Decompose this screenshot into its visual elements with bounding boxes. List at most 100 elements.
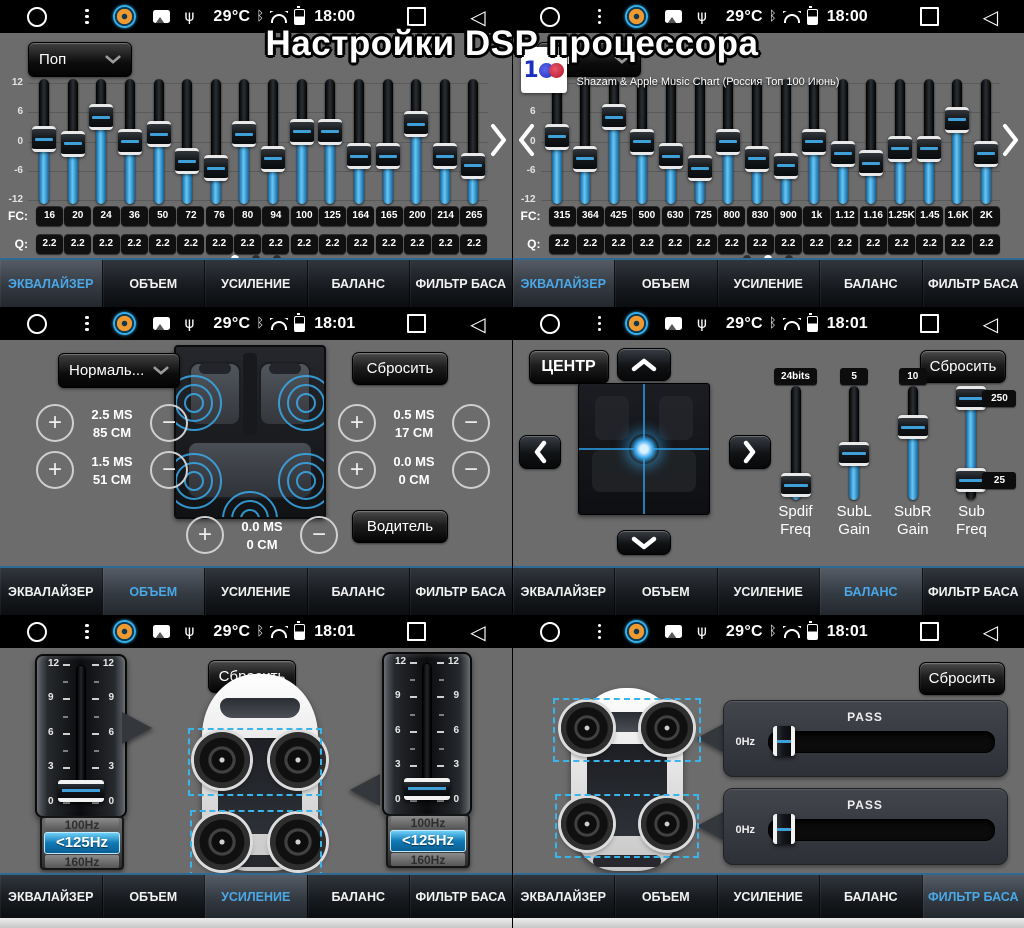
eq-next-page-icon[interactable]: [1001, 121, 1021, 159]
eq-band-slider[interactable]: [204, 83, 228, 200]
tab-equalizer[interactable]: ЭКВАЛАЙЗЕР: [0, 875, 102, 918]
tab-equalizer[interactable]: ЭКВАЛАЙЗЕР: [0, 568, 102, 615]
slider-thumb[interactable]: [888, 136, 912, 162]
eq-band-slider[interactable]: [888, 83, 912, 200]
freq-badge[interactable]: 36: [121, 206, 148, 226]
nav-recents-icon[interactable]: [920, 7, 939, 26]
freq-badge[interactable]: 2.2: [64, 234, 91, 254]
menu-dots-icon[interactable]: [598, 9, 602, 25]
eq-band-slider[interactable]: [859, 83, 883, 200]
nav-back-icon[interactable]: ◁: [470, 314, 485, 334]
nav-back-icon[interactable]: ◁: [983, 314, 998, 334]
tab-gain[interactable]: УСИЛЕНИЕ: [717, 568, 820, 615]
balance-up-button[interactable]: [617, 348, 671, 381]
tab-equalizer[interactable]: ЭКВАЛАЙЗЕР: [513, 568, 615, 615]
page-dot[interactable]: [273, 255, 281, 258]
freq-badge[interactable]: 16: [36, 206, 63, 226]
slider-thumb[interactable]: [232, 121, 256, 147]
nav-back-icon[interactable]: ◁: [983, 622, 998, 642]
eq-band-slider[interactable]: [461, 83, 485, 200]
front-speakers-selection[interactable]: [188, 728, 322, 796]
freq-badge[interactable]: 2.2: [916, 234, 943, 254]
slider-thumb[interactable]: [433, 143, 457, 169]
slider-thumb[interactable]: [716, 129, 740, 155]
app-logo-icon[interactable]: [113, 620, 136, 643]
tab-balance[interactable]: БАЛАНС: [307, 260, 410, 307]
front-gain-fader[interactable]: 12 12 9 9 6 6 3 3 0 0: [35, 654, 127, 818]
freq-badge[interactable]: 2.2: [775, 234, 802, 254]
eq-band-slider[interactable]: [630, 83, 654, 200]
eq-band-slider[interactable]: [347, 83, 371, 200]
filter-slider[interactable]: [768, 819, 995, 841]
slider-thumb[interactable]: [781, 473, 811, 497]
freq-badge[interactable]: 2.2: [234, 234, 261, 254]
tab-gain[interactable]: УСИЛЕНИЕ: [204, 568, 307, 615]
freq-badge[interactable]: 1.25K: [888, 206, 915, 226]
eq-band-slider[interactable]: [831, 83, 855, 200]
slider-thumb[interactable]: [204, 155, 228, 181]
app-logo-icon[interactable]: [625, 5, 648, 28]
slider-thumb[interactable]: [898, 415, 928, 439]
freq-badge[interactable]: 164: [347, 206, 374, 226]
balance-down-button[interactable]: [617, 530, 671, 555]
menu-dots-icon[interactable]: [85, 624, 89, 640]
eq-band-slider[interactable]: [61, 83, 85, 200]
page-dot[interactable]: [743, 255, 751, 258]
slider-thumb[interactable]: [175, 148, 199, 174]
tab-balance[interactable]: БАЛАНС: [819, 875, 922, 918]
slider-thumb[interactable]: [688, 155, 712, 181]
freq-badge[interactable]: 630: [662, 206, 689, 226]
freq-badge[interactable]: 2.2: [860, 234, 887, 254]
eq-band-slider[interactable]: [32, 83, 56, 200]
eq-band-slider[interactable]: [573, 83, 597, 200]
tab-volume[interactable]: ОБЪЕМ: [614, 875, 717, 918]
freq-badge[interactable]: 2.2: [888, 234, 915, 254]
freq-badge[interactable]: 80: [234, 206, 261, 226]
tab-balance[interactable]: БАЛАНС: [307, 875, 410, 918]
freq-badge[interactable]: 2.2: [945, 234, 972, 254]
vertical-slider[interactable]: [781, 390, 811, 496]
slider-thumb[interactable]: [774, 153, 798, 179]
menu-dots-icon[interactable]: [598, 624, 602, 640]
eq-band-slider[interactable]: [545, 83, 569, 200]
freq-badge[interactable]: 2.2: [149, 234, 176, 254]
freq-badge[interactable]: 1k: [803, 206, 830, 226]
freq-option[interactable]: 160Hz: [45, 855, 119, 868]
freq-option-selected[interactable]: <125Hz: [390, 830, 466, 851]
slider-thumb[interactable]: [376, 143, 400, 169]
freq-badge[interactable]: 2.2: [747, 234, 774, 254]
tab-bass-filter[interactable]: ФИЛЬТР БАСА: [409, 875, 512, 918]
slider-thumb[interactable]: [573, 146, 597, 172]
freq-badge[interactable]: 1.45: [916, 206, 943, 226]
slider-thumb[interactable]: [974, 141, 998, 167]
nav-back-icon[interactable]: ◁: [470, 622, 485, 642]
tab-bass-filter[interactable]: ФИЛЬТР БАСА: [922, 875, 1024, 918]
nav-home-icon[interactable]: [27, 622, 47, 642]
delay-reset-button[interactable]: Сбросить: [352, 352, 448, 385]
tab-bass-filter[interactable]: ФИЛЬТР БАСА: [409, 260, 512, 307]
slider-thumb[interactable]: [917, 136, 941, 162]
menu-dots-icon[interactable]: [85, 9, 89, 25]
freq-badge[interactable]: 725: [690, 206, 717, 226]
filter-reset-button[interactable]: Сбросить: [919, 662, 1005, 695]
freq-badge[interactable]: 2K: [973, 206, 1000, 226]
freq-badge[interactable]: 315: [549, 206, 576, 226]
center-button[interactable]: ЦЕНТР: [529, 350, 609, 384]
freq-option[interactable]: 160Hz: [391, 853, 465, 866]
slider-thumb[interactable]: [745, 146, 769, 172]
filter-slider[interactable]: [768, 731, 995, 753]
freq-badge[interactable]: 425: [605, 206, 632, 226]
tab-bass-filter[interactable]: ФИЛЬТР БАСА: [409, 568, 512, 615]
freq-badge[interactable]: 2.2: [577, 234, 604, 254]
freq-badge[interactable]: 2.2: [376, 234, 403, 254]
freq-badge[interactable]: 2.2: [177, 234, 204, 254]
rear-gain-fader[interactable]: 12 12 9 9 6 6 3 3 0 0: [382, 652, 472, 816]
nav-home-icon[interactable]: [27, 7, 47, 27]
tab-bass-filter[interactable]: ФИЛЬТР БАСА: [922, 568, 1024, 615]
slider-thumb[interactable]: [318, 119, 342, 145]
slider-thumb[interactable]: [831, 141, 855, 167]
tab-equalizer[interactable]: ЭКВАЛАЙЗЕР: [0, 260, 102, 307]
page-dot[interactable]: [785, 255, 793, 258]
freq-badge[interactable]: 2.2: [262, 234, 289, 254]
slider-thumb[interactable]: [32, 126, 56, 152]
